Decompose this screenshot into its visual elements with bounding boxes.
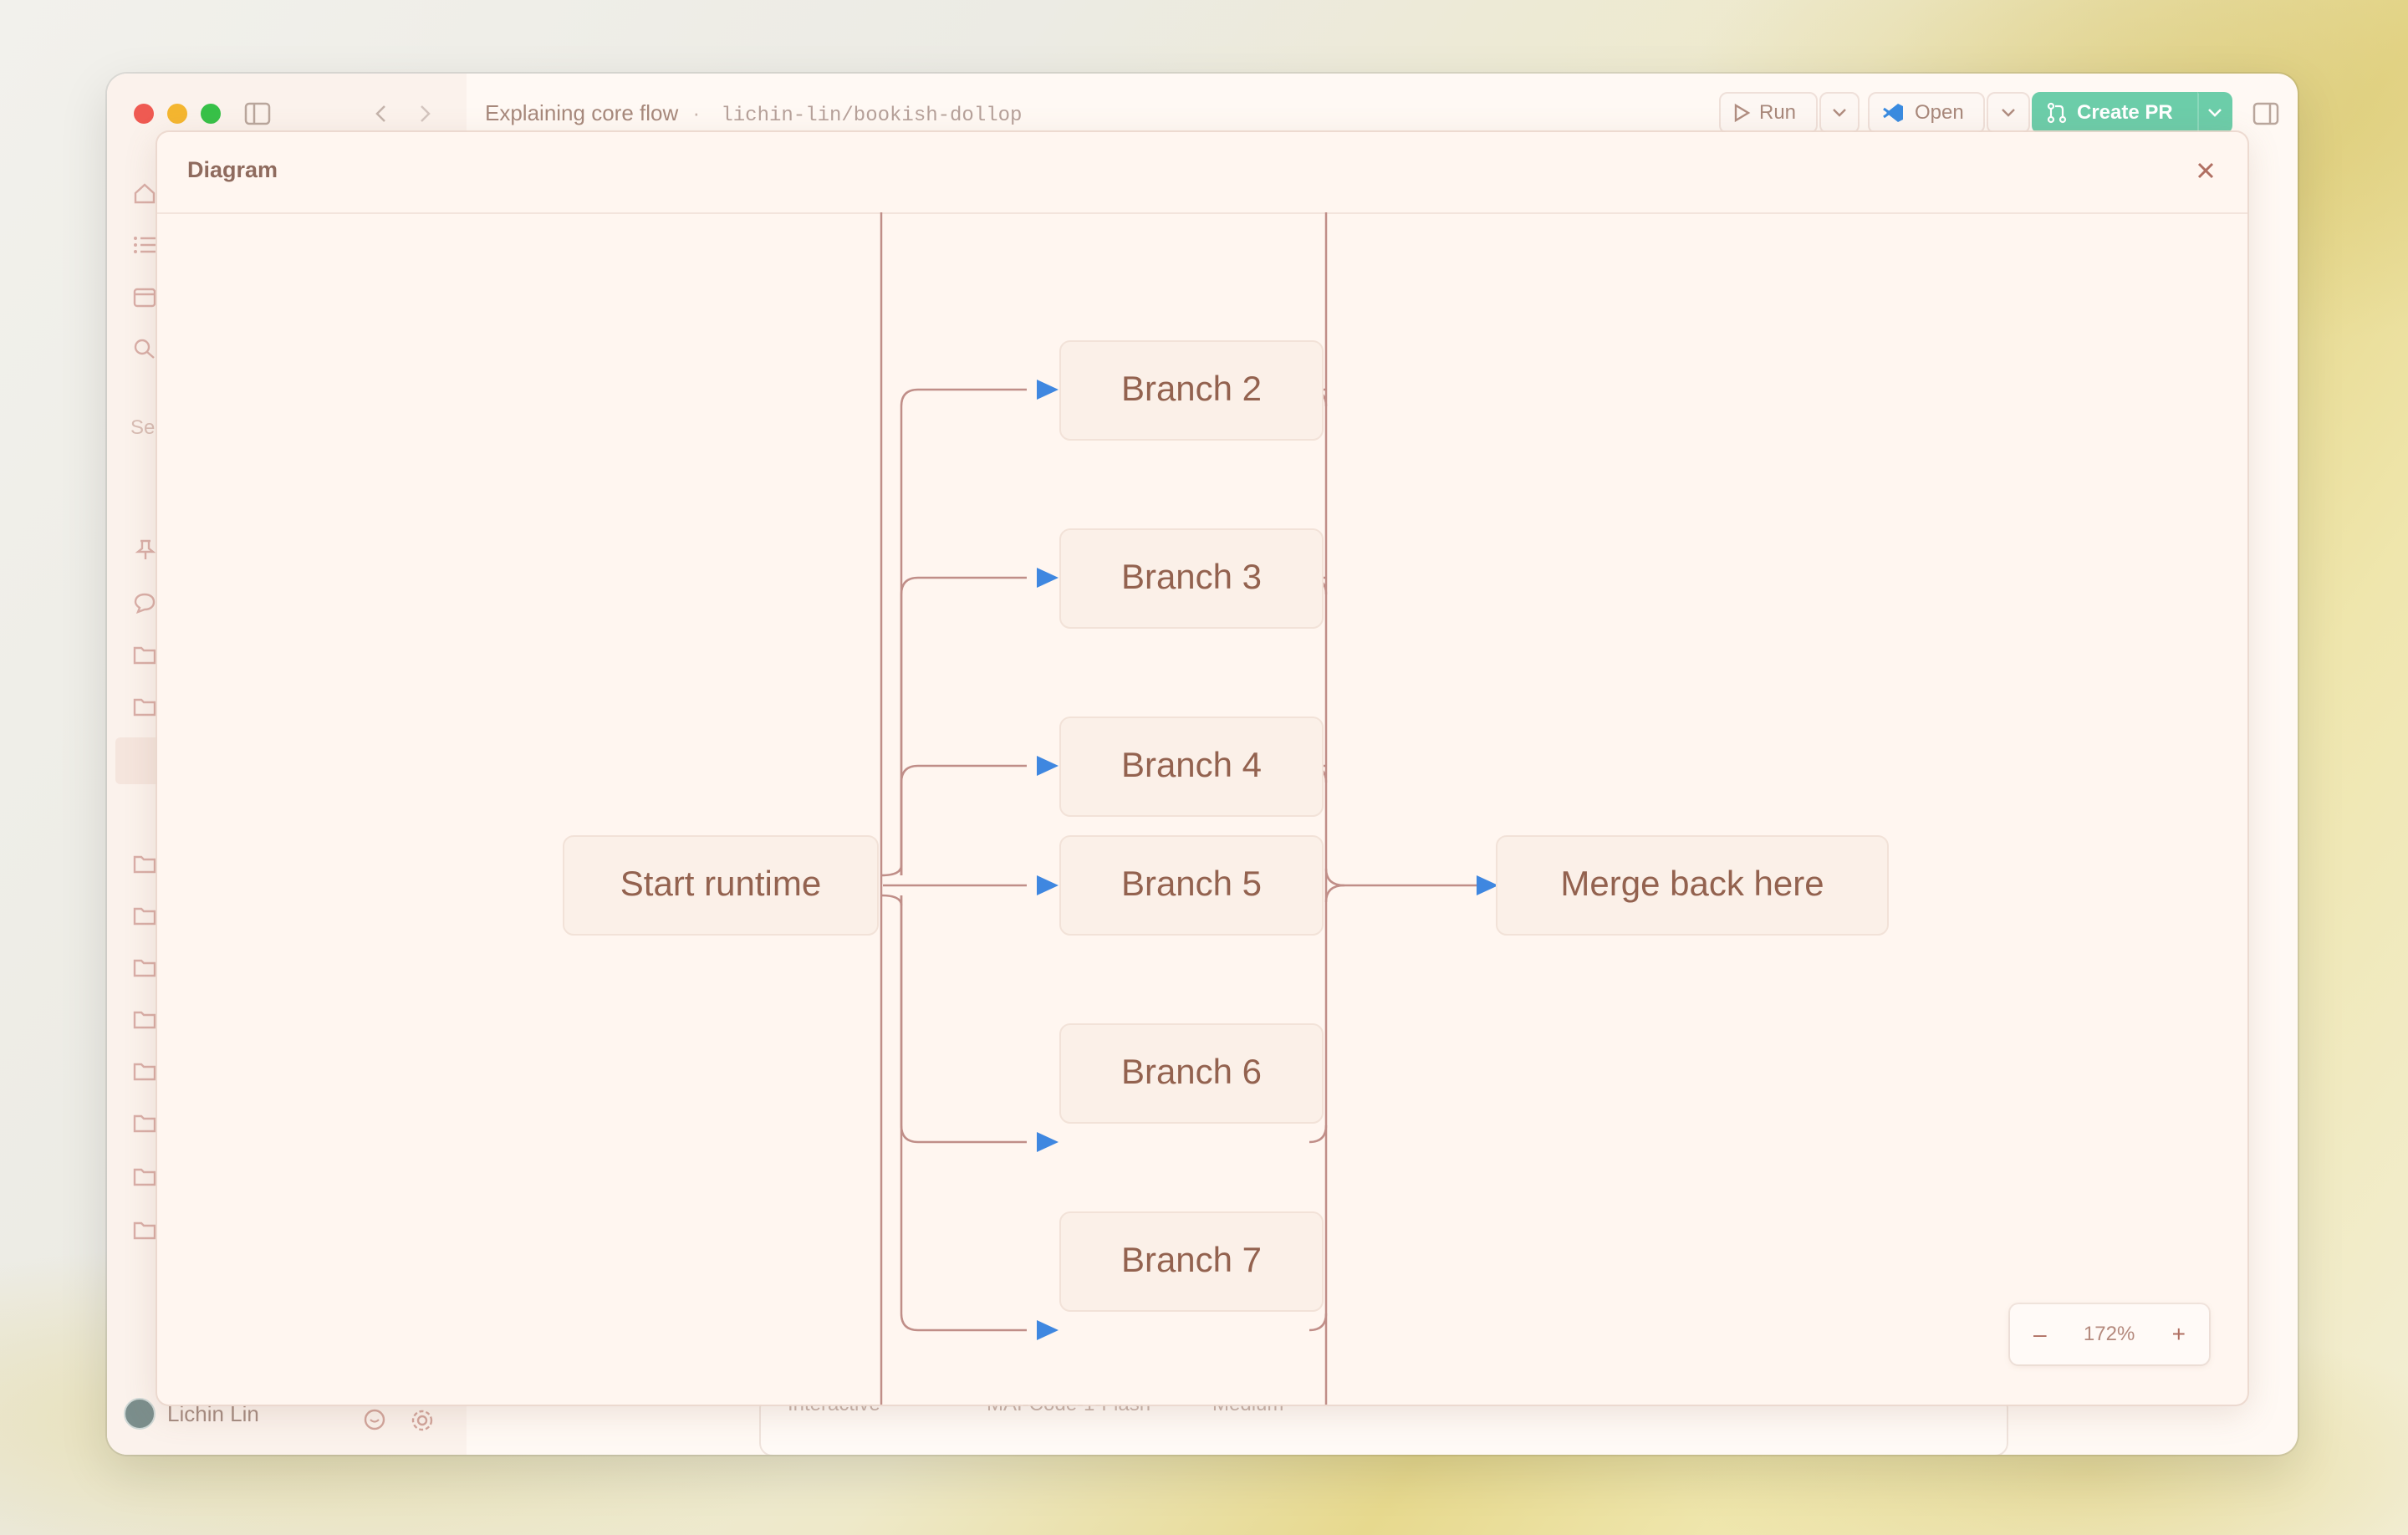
folder-branch-icon[interactable] — [132, 1060, 157, 1082]
edge-start-fork-down — [880, 894, 903, 906]
arrow-branch7 — [1037, 1320, 1059, 1340]
zoom-level: 172% — [2083, 1323, 2135, 1345]
node-branch-4[interactable]: Branch 4 — [1059, 717, 1324, 817]
folder-branch-icon[interactable] — [132, 1112, 157, 1134]
node-branch-3[interactable]: Branch 3 — [1059, 528, 1324, 629]
folder-branch-icon[interactable] — [132, 1008, 157, 1030]
run-dropdown-button[interactable] — [1819, 92, 1860, 134]
zoom-in-button[interactable]: + — [2172, 1321, 2186, 1348]
run-button[interactable]: Run — [1719, 92, 1818, 134]
open-button[interactable]: Open — [1868, 92, 1985, 134]
run-label: Run — [1759, 101, 1797, 124]
node-branch-2[interactable]: Branch 2 — [1059, 340, 1324, 441]
arrow-branch5 — [1037, 875, 1059, 895]
open-dropdown-button[interactable] — [1987, 92, 2030, 134]
edge-branch6-merge — [1309, 1124, 1328, 1144]
chevron-down-icon — [2002, 109, 2015, 117]
folder-branch-icon[interactable] — [132, 956, 157, 978]
node-merge-label: Merge back here — [1560, 864, 1824, 903]
window-title: Explaining core flow — [485, 100, 679, 125]
node-merge-back-here[interactable]: Merge back here — [1496, 835, 1889, 936]
sidebar-toggle-icon[interactable] — [244, 102, 271, 125]
node-branch-2-label: Branch 2 — [1121, 369, 1262, 408]
arrow-merge — [1477, 875, 1498, 895]
pull-request-icon — [2047, 102, 2067, 124]
home-icon[interactable] — [132, 182, 157, 204]
folder-branch-icon[interactable] — [132, 905, 157, 926]
user-name: Lichin Lin — [167, 1400, 259, 1426]
title-separator: · — [692, 100, 701, 125]
arrow-branch4 — [1037, 756, 1059, 776]
back-arrow-icon[interactable] — [373, 104, 390, 124]
folder-branch-icon[interactable] — [132, 644, 157, 666]
vscode-icon — [1883, 104, 1903, 122]
section-label: Se — [130, 416, 156, 439]
edge-start-branch7 — [900, 895, 1027, 1332]
edge-branch7-merge — [1309, 1313, 1328, 1332]
node-start-runtime[interactable]: Start runtime — [563, 835, 879, 936]
edge-start-branch6 — [900, 895, 1027, 1144]
tasks-icon[interactable] — [132, 234, 157, 256]
folder-branch-icon[interactable] — [132, 1219, 157, 1241]
node-branch-5[interactable]: Branch 5 — [1059, 835, 1324, 936]
node-branch-7-label: Branch 7 — [1121, 1240, 1262, 1279]
node-branch-6-label: Branch 6 — [1121, 1052, 1262, 1091]
create-pr-label: Create PR — [2077, 101, 2173, 124]
play-icon — [1734, 103, 1751, 123]
edge-merge-join — [1324, 884, 1345, 903]
close-window-button[interactable] — [134, 104, 154, 124]
zoom-control: – 172% + — [2010, 1304, 2209, 1364]
search-icon[interactable] — [132, 338, 157, 360]
folder-branch-icon[interactable] — [132, 853, 157, 875]
node-branch-7[interactable]: Branch 7 — [1059, 1211, 1324, 1312]
zoom-out-button[interactable]: – — [2033, 1321, 2047, 1348]
node-branch-4-label: Branch 4 — [1121, 745, 1262, 784]
calendar-icon[interactable] — [132, 286, 157, 308]
node-start-runtime-label: Start runtime — [620, 864, 821, 903]
arrow-branch6 — [1037, 1132, 1059, 1152]
feedback-icon[interactable] — [362, 1408, 387, 1433]
node-branch-6[interactable]: Branch 6 — [1059, 1023, 1324, 1124]
gear-icon[interactable] — [410, 1408, 435, 1433]
open-label: Open — [1915, 101, 1964, 124]
arrow-branch2 — [1037, 380, 1059, 400]
forward-arrow-icon[interactable] — [416, 104, 433, 124]
chevron-down-icon — [1833, 109, 1846, 117]
edge-start-branch4 — [900, 764, 1027, 875]
pin-icon[interactable] — [132, 538, 157, 560]
edge-start-fork-up — [880, 864, 903, 877]
right-panel-toggle-icon[interactable] — [2252, 102, 2279, 125]
edge-start-branch3 — [900, 576, 1027, 875]
diagram-modal: Diagram Start runtime Branch 2 Branch 3 … — [157, 132, 2247, 1405]
minimize-window-button[interactable] — [167, 104, 187, 124]
folder-branch-icon[interactable] — [132, 1165, 157, 1187]
create-pr-button[interactable]: Create PR — [2032, 92, 2197, 134]
node-branch-3-label: Branch 3 — [1121, 557, 1262, 596]
maximize-window-button[interactable] — [201, 104, 221, 124]
edge-branch5-merge — [1324, 868, 1478, 887]
create-pr-dropdown-button[interactable] — [2197, 92, 2232, 134]
flow-diagram[interactable]: Start runtime Branch 2 Branch 3 Branch 4… — [157, 132, 2247, 1405]
arrow-branch3 — [1037, 568, 1059, 588]
edge-start-branch2 — [900, 388, 1027, 875]
chevron-down-icon — [2208, 109, 2222, 117]
folder-icon[interactable] — [132, 696, 157, 717]
chat-icon[interactable] — [132, 592, 157, 614]
avatar — [124, 1398, 156, 1430]
repo-name: lichin-lin/bookish-dollop — [721, 105, 1023, 127]
window-title-bar: Explaining core flow · lichin-lin/bookis… — [485, 100, 1022, 127]
node-branch-5-label: Branch 5 — [1121, 864, 1262, 903]
